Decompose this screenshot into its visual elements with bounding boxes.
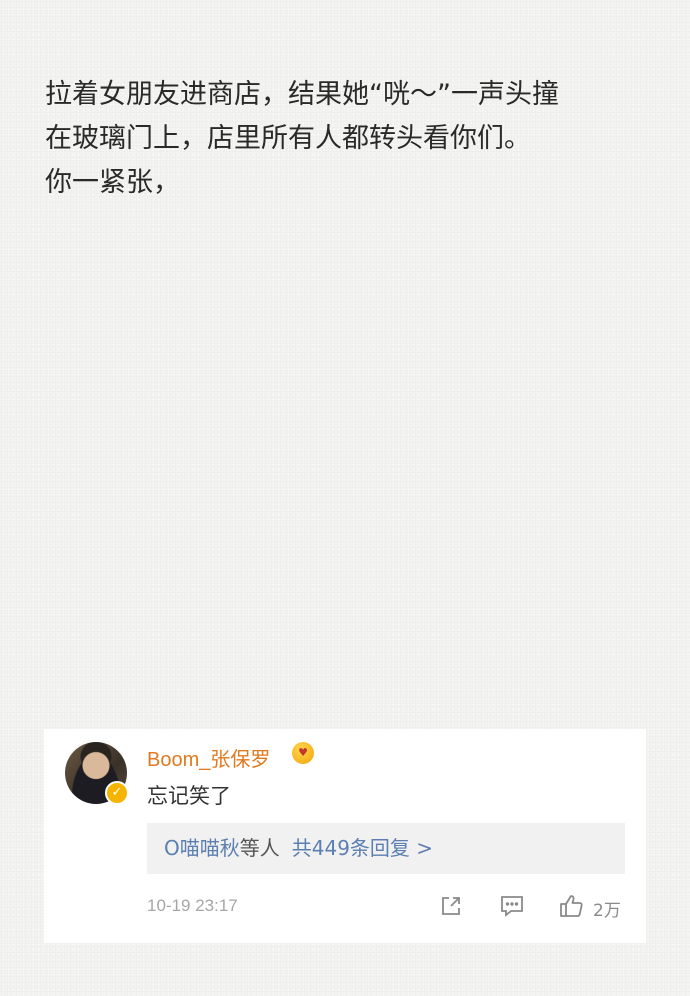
share-icon[interactable]	[438, 893, 464, 921]
comment-icon[interactable]	[499, 893, 525, 921]
verified-badge-icon: ✓	[105, 781, 129, 805]
post-line: 拉着女朋友进商店，结果她“咣～”一声头撞	[45, 79, 559, 110]
comment-card: ✓ Boom_张保罗 ♥ 忘记笑了 O喵喵秋等人 共449条回复 > 10-19 …	[44, 729, 646, 943]
reply-others-label: 等人	[239, 836, 280, 860]
comment-timestamp: 10-19 23:17	[147, 896, 238, 915]
post-text: 拉着女朋友进商店，结果她“咣～”一声头撞 在玻璃门上，店里所有人都转头看你们。 …	[45, 73, 655, 205]
grinning-emoji-icon: ♥	[292, 742, 314, 764]
reply-count-link[interactable]: 共449条回复 >	[292, 836, 433, 860]
comment-text: 忘记笑了	[147, 784, 231, 808]
avatar-container[interactable]: ✓	[65, 742, 129, 805]
post-line: 在玻璃门上，店里所有人都转头看你们。	[45, 123, 531, 154]
replies-preview[interactable]: O喵喵秋等人 共449条回复 >	[147, 823, 625, 874]
like-count: 2万	[593, 901, 621, 921]
thumbs-up-icon[interactable]	[558, 893, 584, 921]
reply-user-link[interactable]: O喵喵秋	[164, 836, 240, 860]
comment-username[interactable]: Boom_张保罗	[147, 743, 270, 772]
post-line: 你一紧张，	[45, 167, 180, 198]
